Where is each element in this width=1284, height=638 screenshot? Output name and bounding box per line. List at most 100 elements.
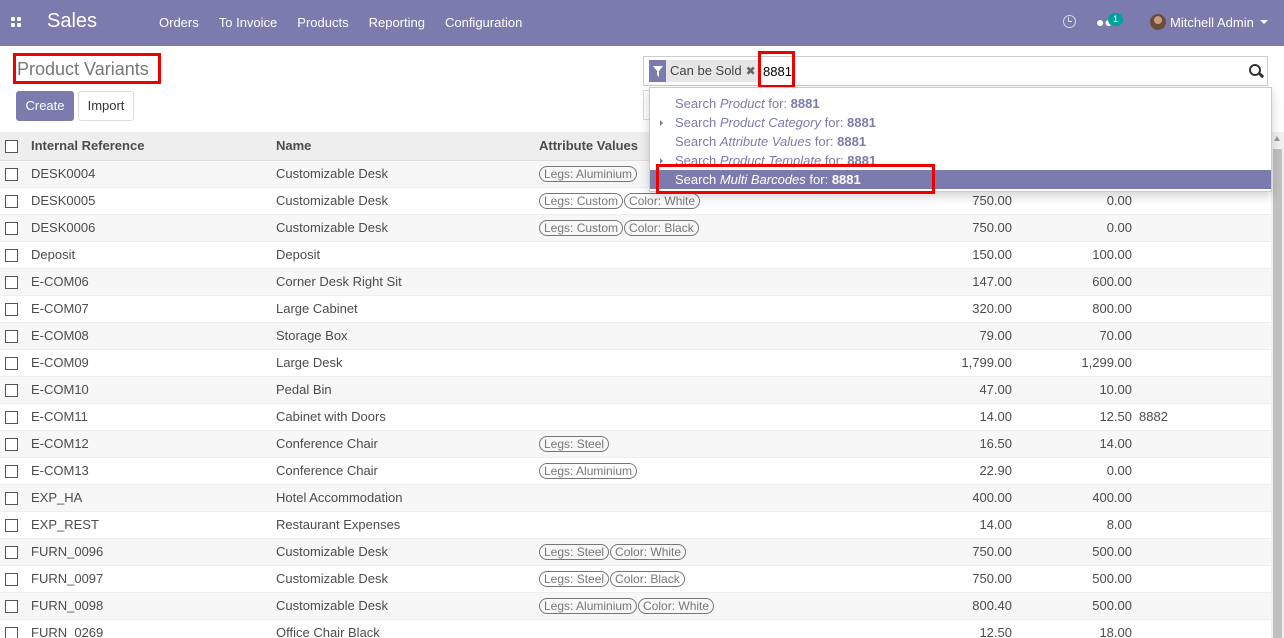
row-checkbox[interactable] bbox=[5, 519, 18, 533]
row-checkbox-cell bbox=[0, 592, 26, 620]
row-checkbox[interactable] bbox=[5, 222, 18, 236]
select-all-header[interactable] bbox=[0, 132, 26, 161]
table-row[interactable]: DESK0006 Customizable Desk Legs: Custom Col… bbox=[0, 214, 1271, 242]
menu-reporting[interactable]: Reporting bbox=[369, 15, 425, 30]
menu-to-invoice[interactable]: To Invoice bbox=[219, 15, 278, 30]
menu-products[interactable]: Products bbox=[297, 15, 348, 30]
cell-internal-reference: E-COM09 bbox=[26, 349, 271, 377]
search-autocomplete-dropdown: Search Product for: 8881 Search Product … bbox=[649, 87, 1272, 192]
table-row[interactable]: E-COM10 Pedal Bin 47.00 10.00 bbox=[0, 376, 1271, 404]
row-checkbox[interactable] bbox=[5, 573, 18, 587]
table-row[interactable]: EXP_HA Hotel Accommodation 400.00 400.00 bbox=[0, 484, 1271, 512]
select-all-checkbox[interactable] bbox=[5, 140, 18, 154]
table-row[interactable]: E-COM11 Cabinet with Doors 14.00 12.50 8882 bbox=[0, 403, 1271, 431]
list-scrollbar[interactable] bbox=[1271, 132, 1284, 638]
cell-barcode bbox=[1132, 322, 1271, 350]
table-row[interactable]: E-COM08 Storage Box 79.00 70.00 bbox=[0, 322, 1271, 350]
row-checkbox[interactable] bbox=[5, 411, 18, 425]
row-checkbox[interactable] bbox=[5, 627, 18, 638]
cell-cost: 0.00 bbox=[1012, 214, 1132, 242]
cell-cost: 12.50 bbox=[1012, 403, 1132, 431]
facet-remove-icon[interactable]: ✖ bbox=[745, 60, 760, 82]
table-row[interactable]: FURN_0098 Customizable Desk Legs: Aluminiu… bbox=[0, 592, 1271, 620]
table-row[interactable]: EXP_REST Restaurant Expenses 14.00 8.00 bbox=[0, 511, 1271, 539]
menu-orders[interactable]: Orders bbox=[159, 15, 199, 30]
expand-arrow-icon[interactable] bbox=[660, 120, 663, 126]
row-checkbox[interactable] bbox=[5, 600, 18, 614]
cell-price: 320.00 bbox=[777, 295, 1012, 323]
row-checkbox[interactable] bbox=[5, 546, 18, 560]
activity-clock-icon[interactable] bbox=[1063, 15, 1076, 28]
cell-internal-reference: E-COM06 bbox=[26, 268, 271, 296]
suggestion-product[interactable]: Search Product for: 8881 bbox=[650, 94, 1271, 113]
scroll-up-arrow-icon[interactable] bbox=[1274, 136, 1280, 141]
attribute-tag: Legs: Steel bbox=[539, 570, 610, 587]
table-row[interactable]: Deposit Deposit 150.00 100.00 bbox=[0, 241, 1271, 269]
cell-cost: 500.00 bbox=[1012, 592, 1132, 620]
chevron-down-icon[interactable] bbox=[1260, 20, 1268, 24]
table-row[interactable]: E-COM09 Large Desk 1,799.00 1,299.00 bbox=[0, 349, 1271, 377]
table-row[interactable]: E-COM06 Corner Desk Right Sit 147.00 600.00 bbox=[0, 268, 1271, 296]
row-checkbox[interactable] bbox=[5, 195, 18, 209]
expand-arrow-icon[interactable] bbox=[660, 158, 663, 164]
cell-price: 147.00 bbox=[777, 268, 1012, 296]
table-row[interactable]: E-COM13 Conference Chair Legs: Aluminium 22… bbox=[0, 457, 1271, 485]
table-row[interactable]: FURN_0269 Office Chair Black 12.50 18.00 bbox=[0, 619, 1271, 638]
cell-attribute-values bbox=[534, 376, 777, 404]
row-checkbox[interactable] bbox=[5, 276, 18, 290]
menu-configuration[interactable]: Configuration bbox=[445, 15, 522, 30]
attribute-tag: Color: Black bbox=[610, 570, 685, 587]
search-facet: Can be Sold ✖ bbox=[649, 60, 760, 82]
search-icon[interactable] bbox=[1249, 64, 1261, 76]
suggestion-product-template[interactable]: Search Product Template for: 8881 bbox=[650, 151, 1271, 170]
row-checkbox[interactable] bbox=[5, 168, 18, 182]
cell-cost: 8.00 bbox=[1012, 511, 1132, 539]
app-title[interactable]: Sales bbox=[47, 10, 97, 33]
table-row[interactable]: FURN_0097 Customizable Desk Legs: Steel Col… bbox=[0, 565, 1271, 593]
row-checkbox-cell bbox=[0, 214, 26, 242]
main-menu: Orders To Invoice Products Reporting Con… bbox=[159, 15, 542, 30]
row-checkbox-cell bbox=[0, 619, 26, 638]
column-name[interactable]: Name bbox=[271, 132, 534, 161]
product-variants-list: Internal Reference Name Attribute Values… bbox=[0, 132, 1271, 638]
user-avatar[interactable] bbox=[1150, 14, 1166, 30]
row-checkbox[interactable] bbox=[5, 465, 18, 479]
import-button[interactable]: Import bbox=[78, 91, 134, 121]
cell-cost: 14.00 bbox=[1012, 430, 1132, 458]
row-checkbox-cell bbox=[0, 268, 26, 296]
table-row[interactable]: E-COM07 Large Cabinet 320.00 800.00 bbox=[0, 295, 1271, 323]
cell-internal-reference: EXP_HA bbox=[26, 484, 271, 512]
attribute-tag: Legs: Aluminium bbox=[539, 165, 638, 182]
facet-label: Can be Sold bbox=[666, 60, 746, 82]
cell-internal-reference: FURN_0269 bbox=[26, 619, 271, 638]
row-checkbox-cell bbox=[0, 457, 26, 485]
table-row[interactable]: FURN_0096 Customizable Desk Legs: Steel Col… bbox=[0, 538, 1271, 566]
row-checkbox[interactable] bbox=[5, 330, 18, 344]
apps-menu-icon[interactable] bbox=[11, 17, 22, 28]
cell-attribute-values: Legs: Aluminium bbox=[534, 457, 777, 485]
create-button[interactable]: Create bbox=[16, 91, 74, 121]
row-checkbox[interactable] bbox=[5, 303, 18, 317]
row-checkbox[interactable] bbox=[5, 384, 18, 398]
search-input[interactable] bbox=[763, 61, 1243, 81]
user-menu[interactable]: Mitchell Admin bbox=[1170, 15, 1254, 30]
cell-attribute-values bbox=[534, 484, 777, 512]
row-checkbox-cell bbox=[0, 376, 26, 404]
suggestion-product-category[interactable]: Search Product Category for: 8881 bbox=[650, 113, 1271, 132]
search-bar[interactable]: Can be Sold ✖ bbox=[643, 56, 1268, 86]
cell-name: Customizable Desk bbox=[271, 214, 534, 242]
row-checkbox[interactable] bbox=[5, 438, 18, 452]
row-checkbox[interactable] bbox=[5, 357, 18, 371]
suggestion-attribute-values[interactable]: Search Attribute Values for: 8881 bbox=[650, 132, 1271, 151]
row-checkbox[interactable] bbox=[5, 492, 18, 506]
cell-price: 1,799.00 bbox=[777, 349, 1012, 377]
cell-name: Storage Box bbox=[271, 322, 534, 350]
cell-internal-reference: DESK0005 bbox=[26, 187, 271, 215]
cell-attribute-values bbox=[534, 322, 777, 350]
table-row[interactable]: E-COM12 Conference Chair Legs: Steel 16.50 1… bbox=[0, 430, 1271, 458]
scrollbar-thumb[interactable] bbox=[1273, 149, 1282, 638]
cell-barcode bbox=[1132, 268, 1271, 296]
suggestion-multi-barcodes[interactable]: Search Multi Barcodes for: 8881 bbox=[650, 170, 1271, 189]
row-checkbox[interactable] bbox=[5, 249, 18, 263]
column-internal-reference[interactable]: Internal Reference bbox=[26, 132, 271, 161]
